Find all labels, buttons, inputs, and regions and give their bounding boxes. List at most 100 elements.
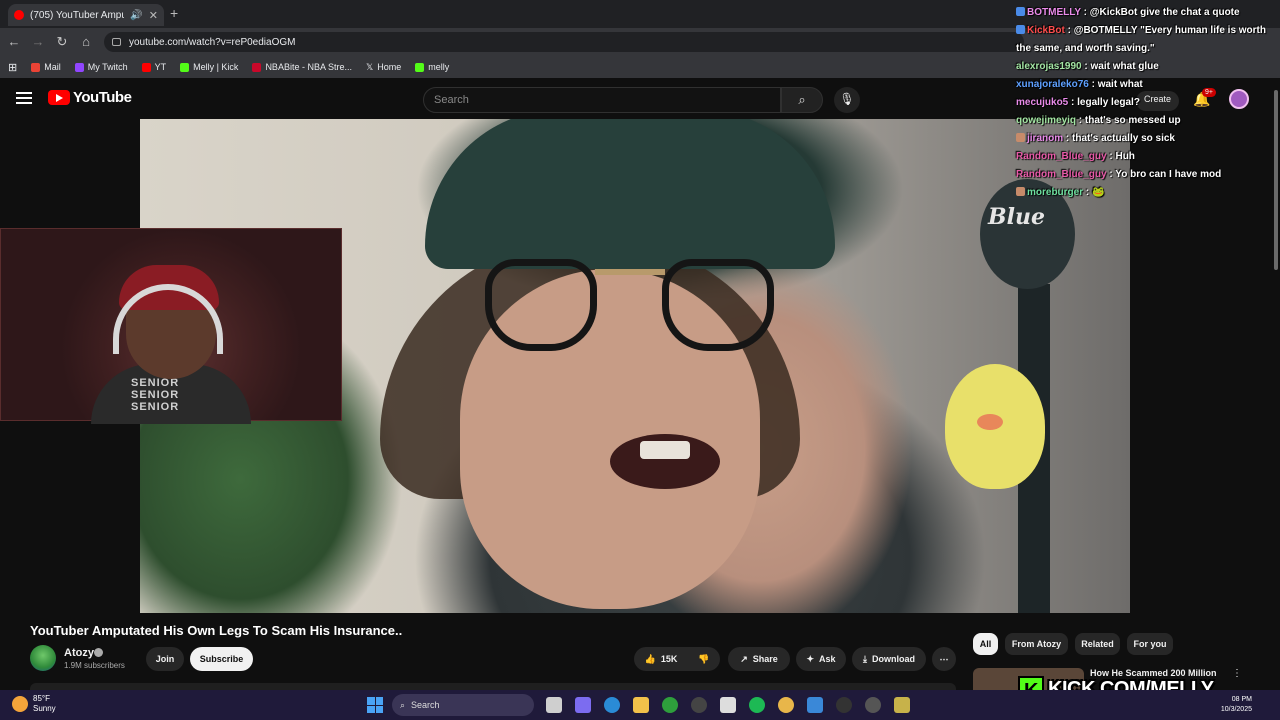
xbox-icon[interactable] xyxy=(662,697,678,713)
site-info-icon[interactable] xyxy=(112,38,121,46)
chat-username: xunajoraleko76 xyxy=(1016,79,1089,90)
photos-icon[interactable] xyxy=(807,697,823,713)
copilot-icon[interactable] xyxy=(575,697,591,713)
taskbar-search[interactable]: ⌕ Search xyxy=(392,694,534,716)
store-icon[interactable] xyxy=(720,697,736,713)
chat-username: Random_Blue_guy xyxy=(1016,169,1107,180)
video-person-teeth xyxy=(640,441,690,459)
bookmark-yt[interactable]: YT xyxy=(141,62,166,72)
steam-icon[interactable] xyxy=(691,697,707,713)
glasses-left-lens xyxy=(485,259,597,351)
streamer-webcam: SENIOR SENIOR SENIOR xyxy=(0,228,342,424)
apps-grid-icon[interactable]: ⊞ xyxy=(8,61,17,74)
search-icon: ⌕ xyxy=(798,92,806,107)
chat-message: xunajoraleko76 : wait what xyxy=(1016,79,1143,90)
bookmark-melly[interactable]: melly xyxy=(415,62,449,72)
chat-message: qowejimeyiq : that's so messed up xyxy=(1016,115,1181,126)
chat-username: jiranom xyxy=(1027,133,1064,144)
new-tab-button[interactable]: + xyxy=(170,5,178,21)
bookmark-my-twitch[interactable]: My Twitch xyxy=(74,62,128,72)
kick-icon xyxy=(180,62,190,72)
download-button[interactable]: ⤓ Download xyxy=(852,647,926,671)
chat-text: that's so messed up xyxy=(1084,115,1181,126)
more-horizontal-icon: ⋯ xyxy=(939,653,949,664)
thumbs-down-icon: 👎 xyxy=(698,653,710,664)
chat-username: KickBot xyxy=(1027,25,1065,36)
tab-title: (705) YouTuber Amputated xyxy=(30,9,125,21)
gmail-icon xyxy=(31,62,41,72)
webcam-shirt-text: SENIOR SENIOR SENIOR xyxy=(131,377,180,413)
twitch-icon xyxy=(74,62,84,72)
youtube-favicon-icon xyxy=(14,10,24,20)
chrome-icon[interactable] xyxy=(778,697,794,713)
like-button[interactable]: 👍 15K xyxy=(634,647,688,671)
chat-message: Random_Blue_guy : Huh xyxy=(1016,151,1135,162)
chat-message: BOTMELLY : @KickBot give the chat a quot… xyxy=(1016,4,1278,22)
edge-icon[interactable] xyxy=(604,697,620,713)
forward-button[interactable]: → xyxy=(30,34,46,49)
chat-text: Yo bro can I have mod xyxy=(1115,169,1222,180)
filter-chip-all[interactable]: All xyxy=(973,633,998,655)
subscribe-button[interactable]: Subscribe xyxy=(190,647,253,671)
chat-message: moreburger : 🐸 xyxy=(1016,184,1278,202)
weather-widget[interactable]: 85°F Sunny xyxy=(12,694,56,714)
stream-chat-overlay: BOTMELLY : @KickBot give the chat a quot… xyxy=(1016,4,1278,202)
reload-button[interactable]: ↻ xyxy=(54,34,70,50)
app-icon[interactable] xyxy=(894,697,910,713)
download-icon: ⤓ xyxy=(863,653,867,664)
bookmark-mail[interactable]: Mail xyxy=(31,62,61,72)
recommended-more-icon[interactable]: ⋮ xyxy=(1232,668,1242,679)
back-button[interactable]: ← xyxy=(6,34,22,49)
more-actions-button[interactable]: ⋯ xyxy=(932,647,956,671)
spotify-icon[interactable] xyxy=(749,697,765,713)
audio-icon[interactable]: 🔊 xyxy=(130,10,142,21)
chat-text: legally legal? xyxy=(1077,97,1140,108)
mic-brand-logo: Blue xyxy=(988,204,1045,230)
video-person-cap xyxy=(425,119,835,269)
browser-tab[interactable]: (705) YouTuber Amputated 🔊 ✕ xyxy=(8,4,164,26)
bookmark-melly-kick[interactable]: Melly | Kick xyxy=(180,62,238,72)
dislike-button[interactable]: 👎 xyxy=(688,647,720,671)
chat-badge-icon xyxy=(1016,187,1025,196)
chat-username: Random_Blue_guy xyxy=(1016,151,1107,162)
chat-username: qowejimeyiq xyxy=(1016,115,1077,126)
channel-avatar[interactable] xyxy=(30,645,56,671)
join-button[interactable]: Join xyxy=(146,647,184,671)
system-clock[interactable]: 08 PM 10/3/2025 xyxy=(1212,695,1252,715)
filter-chip-for-you[interactable]: For you xyxy=(1127,633,1173,655)
home-button[interactable]: ⌂ xyxy=(78,34,94,49)
chat-text: @KickBot give the chat a quote xyxy=(1089,7,1240,18)
kick-icon xyxy=(415,62,425,72)
file-explorer-icon[interactable] xyxy=(633,697,649,713)
windows-start-icon[interactable] xyxy=(367,697,383,713)
task-view-icon[interactable] xyxy=(546,697,562,713)
search-icon: ⌕ xyxy=(400,699,406,710)
glasses-right-lens xyxy=(662,259,774,351)
glasses-bridge xyxy=(595,269,665,275)
filter-chip-from-atozy[interactable]: From Atozy xyxy=(1005,633,1068,655)
filter-chip-related[interactable]: Related xyxy=(1075,633,1120,655)
search-input[interactable]: Search xyxy=(423,87,781,113)
voice-search-button[interactable]: 🎙 xyxy=(834,87,860,113)
chat-badge-icon xyxy=(1016,25,1025,34)
menu-icon[interactable] xyxy=(16,92,32,104)
share-button[interactable]: ↗ Share xyxy=(728,647,790,671)
obs-icon[interactable] xyxy=(865,697,881,713)
search-button[interactable]: ⌕ xyxy=(781,87,823,113)
thumbs-up-icon: 👍 xyxy=(644,653,656,664)
close-tab-icon[interactable]: ✕ xyxy=(149,9,158,22)
bookmark-home[interactable]: 𝕏 Home xyxy=(366,62,401,73)
bookmark-nbabite[interactable]: NBABite - NBA Stre... xyxy=(252,62,352,72)
chat-username: mecujuko5 xyxy=(1016,97,1069,108)
temperature: 85°F xyxy=(33,694,50,703)
share-icon: ↗ xyxy=(740,653,748,664)
youtube-logo[interactable]: YouTube xyxy=(48,89,132,106)
channel-name[interactable]: Atozy xyxy=(64,647,94,659)
windows-taskbar: 85°F Sunny ⌕ Search 08 PM 10/3/2025 xyxy=(0,690,1280,720)
sparkle-icon: ✦ xyxy=(806,653,815,664)
url-field[interactable]: youtube.com/watch?v=reP0ediaOGM xyxy=(104,32,1024,52)
ask-button[interactable]: ✦ Ask xyxy=(796,647,846,671)
chat-badge-icon xyxy=(1016,7,1025,16)
media-player-icon[interactable] xyxy=(836,697,852,713)
video-title: YouTuber Amputated His Own Legs To Scam … xyxy=(30,623,403,638)
